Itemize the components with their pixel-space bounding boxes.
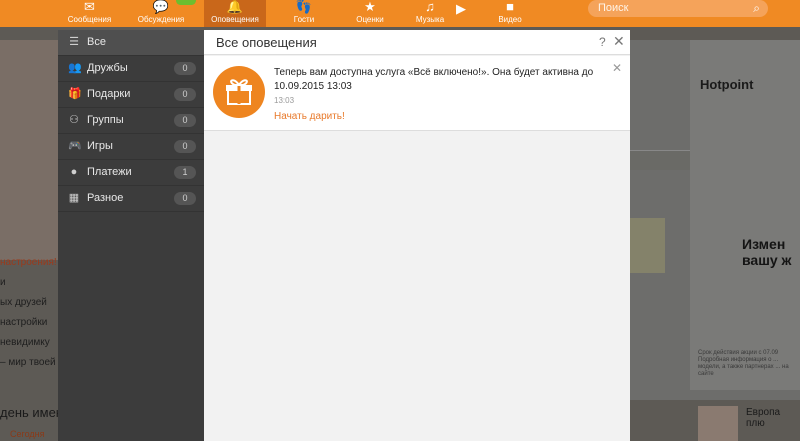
- category-label: Все: [87, 36, 106, 48]
- category-count: 0: [174, 88, 196, 101]
- nav-label: Видео: [498, 15, 522, 24]
- list-icon: ☰: [69, 36, 79, 48]
- music-icon: ♫: [425, 0, 435, 14]
- bg-line: настройки: [0, 317, 48, 328]
- notification-item: Теперь вам доступна услуга «Всё включено…: [204, 56, 630, 131]
- nav-label: Обсуждения: [137, 15, 185, 24]
- misc-icon: ▦: [68, 192, 80, 204]
- footprints-icon: 👣: [295, 0, 313, 14]
- search-input[interactable]: Поиск ⌕: [588, 0, 768, 17]
- category-games[interactable]: 🎮 Игры 0: [58, 134, 204, 160]
- category-count: 1: [174, 166, 196, 179]
- nav-messages[interactable]: ✉ Сообщения: [62, 0, 117, 27]
- ad-brand: Hotpoint: [700, 77, 754, 92]
- category-label: Игры: [87, 140, 113, 152]
- notification-text: Теперь вам доступна услуга «Всё включено…: [274, 67, 594, 92]
- groups-icon: ⚇: [69, 114, 79, 126]
- gift-icon: 🎁: [68, 88, 82, 100]
- search-placeholder: Поиск: [598, 2, 629, 14]
- start-gifting-link[interactable]: Начать дарить!: [274, 111, 345, 122]
- category-count: 0: [174, 140, 196, 153]
- search-icon[interactable]: ⌕: [753, 1, 760, 16]
- close-button[interactable]: ✕: [613, 33, 625, 50]
- background-avatar-area: [0, 40, 58, 260]
- bg-line: невидимку: [0, 337, 50, 348]
- nav-video[interactable]: ■ Видео: [490, 0, 530, 27]
- notification-time: 13:03: [274, 96, 295, 105]
- category-count: 0: [174, 62, 196, 75]
- panel-title: Все оповещения: [216, 35, 317, 50]
- bg-line: ых друзей: [0, 297, 47, 308]
- category-friendships[interactable]: 👥 Дружбы 0: [58, 56, 204, 82]
- category-label: Платежи: [87, 166, 132, 178]
- nav-label: Оповещения: [211, 15, 259, 24]
- bg-bottom-link: Сегодня: [10, 429, 45, 439]
- help-button[interactable]: ?: [599, 35, 606, 49]
- ad-fine-print: Срок действия акции с 07.09 Подробная ин…: [698, 350, 789, 377]
- background-left-menu: настроения! и ых друзей настройки невиди…: [0, 253, 65, 373]
- category-count: 0: [174, 192, 196, 205]
- nav-music[interactable]: ♫ Музыка: [410, 0, 450, 27]
- notifications-header: Все оповещения ? ✕: [204, 30, 630, 55]
- category-gifts[interactable]: 🎁 Подарки 0: [58, 82, 204, 108]
- play-icon-button[interactable]: ▶: [452, 0, 470, 27]
- nav-notifications[interactable]: 🔔 Оповещения: [204, 0, 266, 27]
- video-icon: ■: [506, 0, 514, 14]
- category-groups[interactable]: ⚇ Группы 0: [58, 108, 204, 134]
- background-ad: [690, 40, 800, 390]
- bg-bottom-heading: день имен: [0, 405, 63, 420]
- bg-news-thumb: [698, 406, 738, 441]
- category-label: Разное: [87, 192, 124, 204]
- bg-line: – мир твоей м: [0, 357, 66, 368]
- top-nav-bar: ✉ Сообщения 💬 Обсуждения 🔔 Оповещения 👣 …: [0, 0, 800, 27]
- bg-news-title: Европа плю: [746, 407, 781, 429]
- notifications-panel: Все оповещения ? ✕ Теперь вам доступна у…: [204, 30, 630, 441]
- category-label: Группы: [87, 114, 124, 126]
- nav-label: Оценки: [356, 15, 384, 24]
- ad-headline: Измен вашу ж: [742, 236, 792, 268]
- category-count: 0: [174, 114, 196, 127]
- play-icon: ▶: [456, 1, 466, 16]
- bg-line: настроения!: [0, 257, 57, 268]
- bg-line: и: [0, 277, 6, 288]
- nav-label: Гости: [293, 15, 315, 24]
- nav-label: Сообщения: [67, 15, 112, 24]
- category-misc[interactable]: ▦ Разное 0: [58, 186, 204, 212]
- nav-label: Музыка: [415, 15, 445, 24]
- discussions-badge: [176, 0, 196, 5]
- background-yellow-box: [630, 218, 665, 273]
- dismiss-notification-button[interactable]: ✕: [612, 61, 622, 75]
- background-strip: [630, 150, 690, 170]
- envelope-icon: ✉: [84, 0, 95, 14]
- nav-discussions[interactable]: 💬 Обсуждения: [134, 0, 196, 27]
- nav-guests[interactable]: 👣 Гости: [284, 0, 324, 27]
- category-payments[interactable]: ● Платежи 1: [58, 160, 204, 186]
- friends-icon: 👥: [68, 62, 82, 74]
- bell-icon: 🔔: [226, 0, 244, 14]
- gamepad-icon: 🎮: [68, 140, 82, 152]
- coin-icon: ●: [70, 166, 78, 178]
- notification-categories: ☰ Все 👥 Дружбы 0 🎁 Подарки 0 ⚇ Группы 0 …: [58, 30, 204, 441]
- gift-icon: [213, 66, 265, 118]
- category-all[interactable]: ☰ Все: [58, 30, 204, 56]
- rating-icon: ★: [364, 0, 376, 14]
- category-label: Дружбы: [87, 62, 128, 74]
- nav-ratings[interactable]: ★ Оценки: [350, 0, 390, 27]
- notifications-empty-area: [204, 132, 630, 441]
- category-label: Подарки: [87, 88, 131, 100]
